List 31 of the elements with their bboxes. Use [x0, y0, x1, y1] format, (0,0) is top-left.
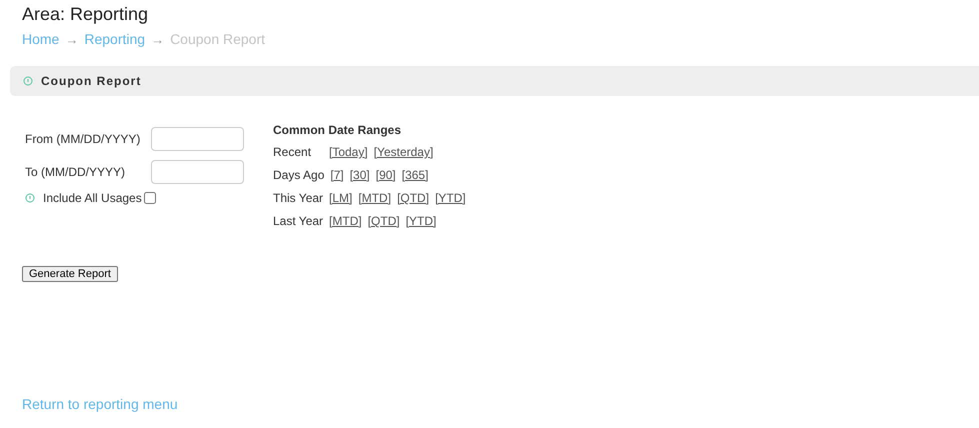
range-link[interactable]: [Today]	[329, 145, 368, 168]
range-link[interactable]: [Yesterday]	[374, 145, 434, 168]
breadcrumb-separator: →	[65, 32, 78, 46]
range-link[interactable]: [7]	[330, 168, 344, 191]
field-label: From (MM/DD/YYYY)	[25, 132, 142, 146]
range-link[interactable]: [QTD]	[368, 214, 400, 237]
range-link[interactable]: [YTD]	[406, 214, 436, 237]
range-link[interactable]: [90]	[376, 168, 396, 191]
checkbox-label: Include All Usages	[43, 191, 142, 205]
info-icon	[23, 76, 33, 86]
panel-title: Coupon Report	[41, 74, 142, 88]
checkbox[interactable]	[144, 192, 156, 204]
generate-report-button[interactable]: Generate Report	[22, 266, 118, 282]
breadcrumb-separator: →	[151, 32, 164, 46]
range-link[interactable]: [QTD]	[397, 191, 430, 214]
range-link[interactable]: [LM]	[329, 191, 352, 214]
section-title: Common Date Ranges	[273, 123, 402, 139]
page-title: Area: Reporting	[22, 4, 148, 25]
date-input[interactable]	[151, 160, 244, 184]
range-link[interactable]: [MTD]	[329, 214, 362, 237]
field-label: To (MM/DD/YYYY)	[25, 164, 126, 178]
range-label: This Year	[273, 191, 324, 207]
range-label: Days Ago	[273, 168, 324, 184]
range-label: Recent	[273, 145, 312, 161]
range-label: Last Year	[273, 214, 324, 230]
date-input[interactable]	[151, 126, 244, 150]
range-link[interactable]: [365]	[402, 168, 428, 191]
info-icon	[25, 193, 35, 203]
range-link[interactable]: [YTD]	[435, 191, 466, 214]
range-link[interactable]: [30]	[350, 168, 370, 191]
range-link[interactable]: [MTD]	[358, 191, 392, 214]
